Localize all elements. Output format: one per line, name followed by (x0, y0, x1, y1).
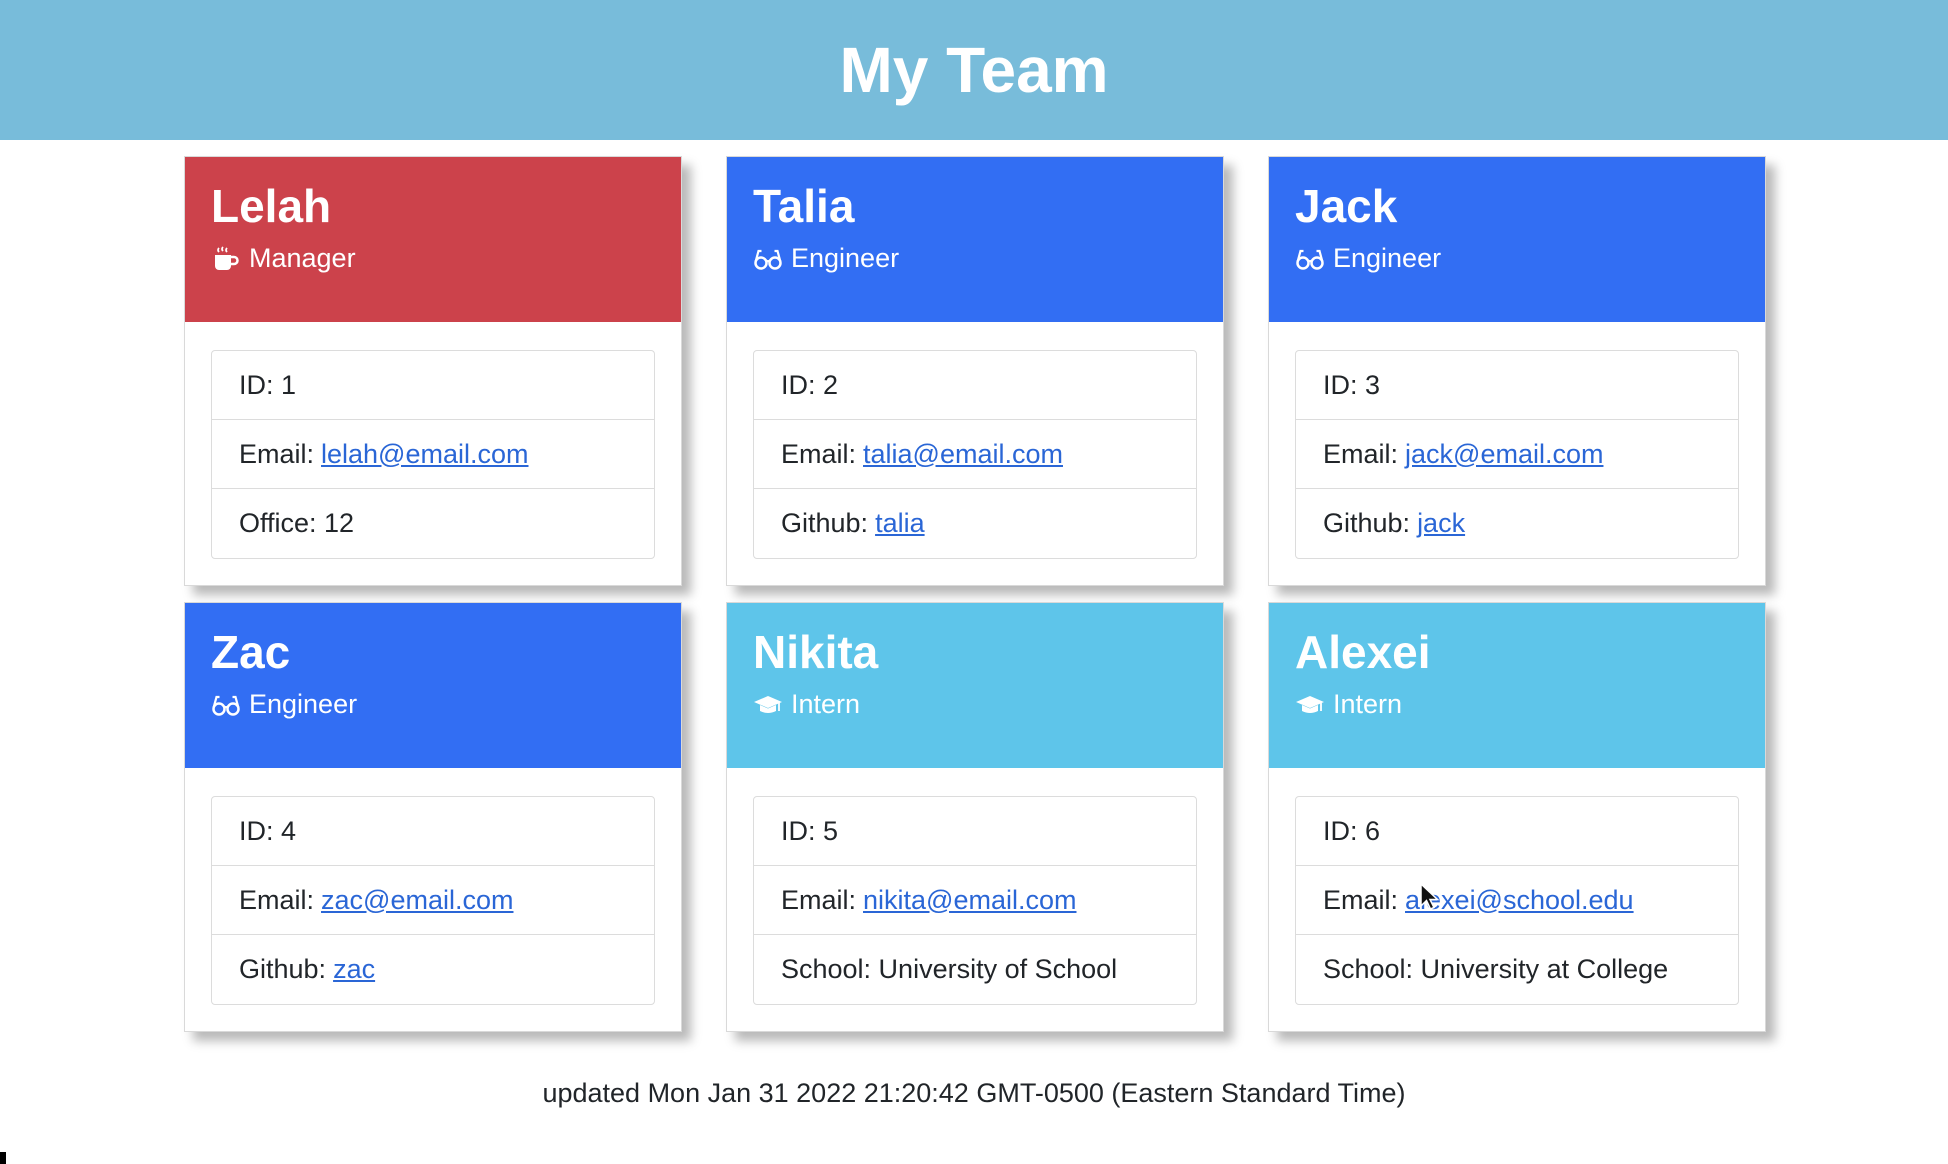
card-header: Jack Engineer (1269, 157, 1765, 322)
email-label: Email: (239, 438, 315, 469)
employee-name: Alexei (1295, 626, 1431, 678)
role-label: Engineer (791, 243, 900, 273)
employee-card-alexei: Alexei Intern ID: 6 Email: alexei@school… (1268, 602, 1766, 1032)
employee-school: School: University of School (781, 954, 1118, 984)
employee-details-list: ID: 5 Email: nikita@email.com School: Un… (753, 796, 1197, 1005)
employee-email-row: Email: alexei@school.edu (1296, 866, 1738, 935)
employee-name: Zac (211, 626, 291, 678)
updated-timestamp: updated Mon Jan 31 2022 21:20:42 GMT-050… (542, 1078, 1406, 1108)
card-header: Talia Engineer (727, 157, 1223, 322)
employee-name: Nikita (753, 626, 879, 678)
employee-card-nikita: Nikita Intern ID: 5 Email: nikita@email.… (726, 602, 1224, 1032)
employee-office: Office: 12 (239, 508, 355, 538)
employee-id: ID: 6 (1296, 797, 1738, 866)
employee-email-row: Email: zac@email.com (212, 866, 654, 935)
github-label: Github: (1323, 508, 1411, 538)
employee-details-list: ID: 3 Email: jack@email.com Github: jack (1295, 350, 1739, 559)
glasses-icon (1296, 249, 1324, 270)
role-label: Engineer (249, 689, 358, 719)
employee-role: Engineer (1295, 243, 1739, 274)
role-label: Intern (1333, 689, 1403, 719)
employee-details-list: ID: 2 Email: talia@email.com Github: tal… (753, 350, 1197, 559)
employee-details-list: ID: 4 Email: zac@email.com Github: zac (211, 796, 655, 1005)
team-grid: Lelah Manager ID: 1 Email: lelah@email.c… (184, 156, 1766, 1032)
employee-github-row: Github: zac (212, 935, 654, 1004)
employee-email-row: Email: talia@email.com (754, 420, 1196, 489)
employee-role: Intern (1295, 689, 1739, 720)
card-header: Alexei Intern (1269, 603, 1765, 768)
employee-details-list: ID: 6 Email: alexei@school.edu School: U… (1295, 796, 1739, 1005)
employee-github-row: Github: talia (754, 489, 1196, 558)
employee-github-row: Github: jack (1296, 489, 1738, 558)
employee-id: ID: 3 (1296, 351, 1738, 420)
email-link[interactable]: nikita@email.com (863, 885, 1076, 916)
role-label: Engineer (1333, 243, 1442, 273)
mouse-cursor-icon (1420, 882, 1440, 910)
employee-card-talia: Talia Engineer ID: 2 Email: talia@email.… (726, 156, 1224, 586)
role-label: Manager (249, 243, 356, 273)
employee-name: Talia (753, 180, 855, 232)
coffee-mug-icon (215, 245, 239, 270)
employee-card-zac: Zac Engineer ID: 4 Email: zac@email.com (184, 602, 682, 1032)
email-link[interactable]: talia@email.com (863, 439, 1063, 470)
email-label: Email: (239, 884, 315, 915)
employee-id: ID: 1 (212, 351, 654, 420)
window-corner (0, 1152, 6, 1164)
employee-id: ID: 5 (754, 797, 1196, 866)
email-link[interactable]: zac@email.com (321, 885, 513, 916)
employee-name: Jack (1295, 180, 1398, 232)
employee-id: ID: 4 (212, 797, 654, 866)
employee-email-row: Email: nikita@email.com (754, 866, 1196, 935)
employee-email-row: Email: jack@email.com (1296, 420, 1738, 489)
employee-card-jack: Jack Engineer ID: 3 Email: jack@email.co… (1268, 156, 1766, 586)
card-header: Zac Engineer (185, 603, 681, 768)
email-label: Email: (1323, 884, 1399, 915)
employee-card-lelah: Lelah Manager ID: 1 Email: lelah@email.c… (184, 156, 682, 586)
employee-role: Manager (211, 243, 655, 274)
card-header: Lelah Manager (185, 157, 681, 322)
github-link[interactable]: zac (333, 954, 375, 985)
employee-role: Engineer (211, 689, 655, 720)
email-label: Email: (781, 884, 857, 915)
email-link[interactable]: jack@email.com (1405, 439, 1603, 470)
email-link[interactable]: lelah@email.com (321, 439, 528, 470)
glasses-icon (212, 695, 240, 716)
employee-name: Lelah (211, 180, 332, 232)
employee-school: School: University at College (1323, 954, 1669, 984)
graduation-cap-icon (754, 695, 782, 713)
github-label: Github: (781, 508, 869, 538)
page-header: My Team (0, 0, 1948, 140)
employee-id: ID: 2 (754, 351, 1196, 420)
email-label: Email: (781, 438, 857, 469)
github-label: Github: (239, 954, 327, 984)
role-label: Intern (791, 689, 861, 719)
employee-details-list: ID: 1 Email: lelah@email.com Office: 12 (211, 350, 655, 559)
github-link[interactable]: jack (1417, 508, 1465, 539)
glasses-icon (754, 249, 782, 270)
employee-role: Intern (753, 689, 1197, 720)
email-label: Email: (1323, 438, 1399, 469)
card-header: Nikita Intern (727, 603, 1223, 768)
github-link[interactable]: talia (875, 508, 925, 539)
employee-email-row: Email: lelah@email.com (212, 420, 654, 489)
employee-role: Engineer (753, 243, 1197, 274)
graduation-cap-icon (1296, 695, 1324, 713)
page-title: My Team (839, 34, 1109, 106)
